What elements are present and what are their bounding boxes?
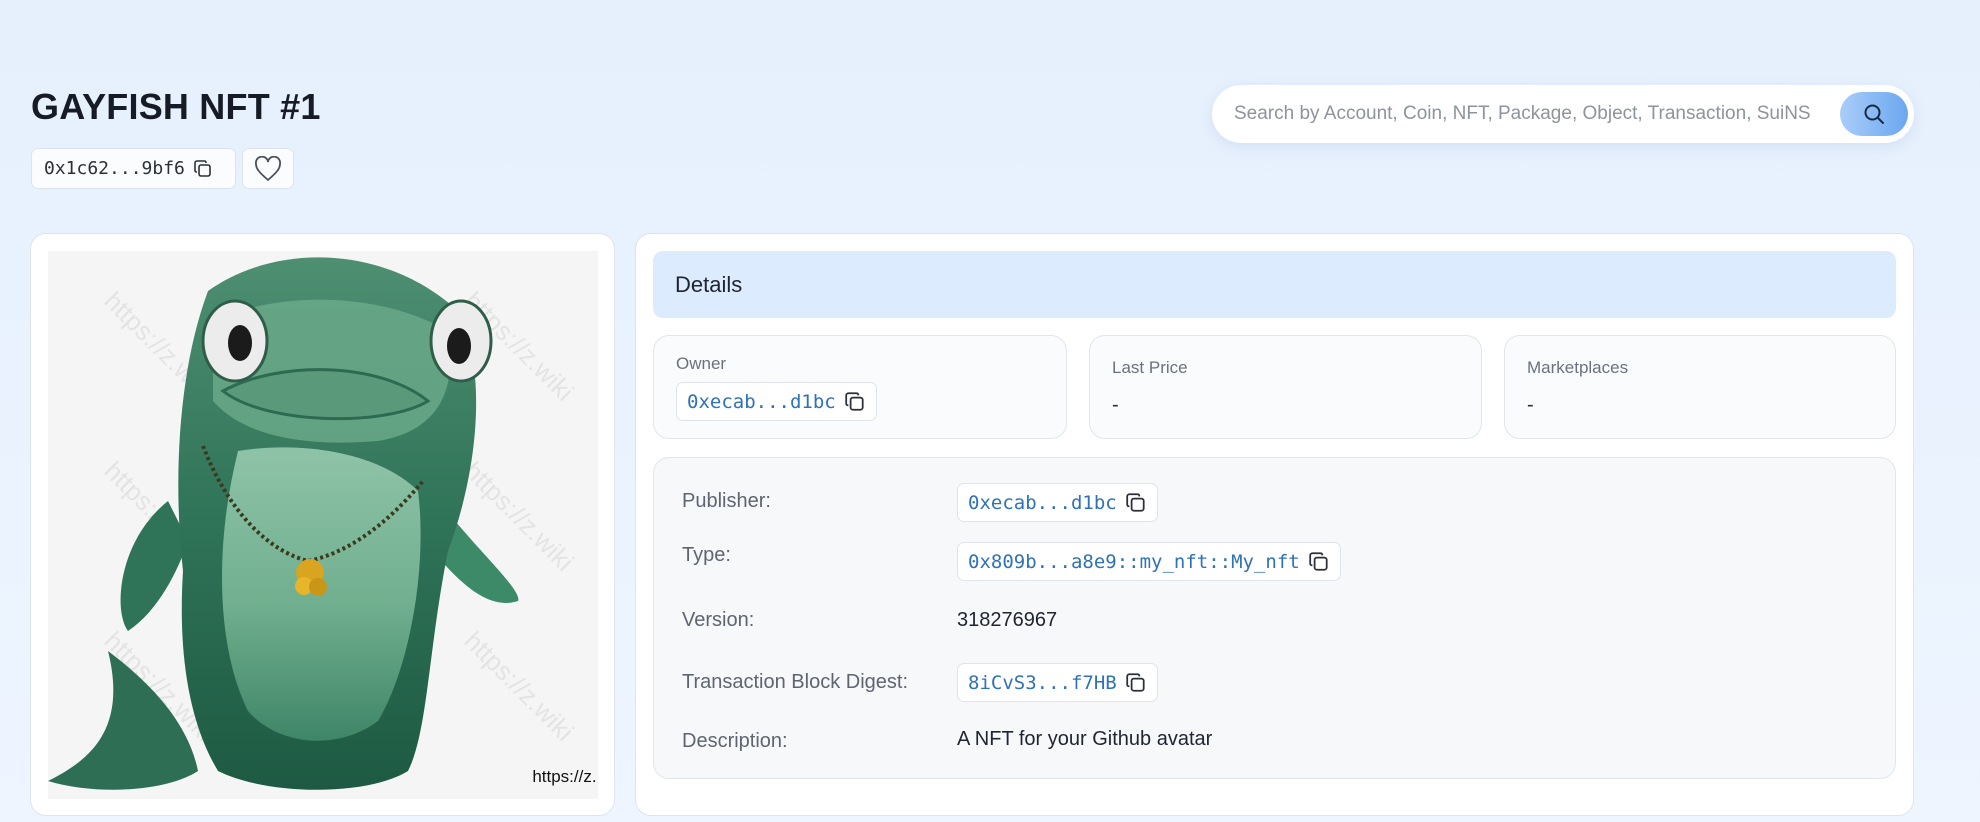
description-label: Description: xyxy=(682,730,788,752)
fish-illustration xyxy=(48,257,519,790)
publisher-address: 0xecab...d1bc xyxy=(968,491,1117,514)
copy-icon[interactable] xyxy=(1308,551,1330,573)
type-value: 0x809b...a8e9::my_nft::My_nft xyxy=(968,550,1300,573)
nft-image[interactable]: https://z.wiki https://z.wiki https://z.… xyxy=(48,251,598,799)
page-title: GAYFISH NFT #1 xyxy=(31,86,321,127)
object-id-text: 0x1c62...9bf6 xyxy=(44,158,185,179)
copy-icon[interactable] xyxy=(1125,672,1147,694)
owner-card: Owner 0xecab...d1bc xyxy=(653,335,1067,439)
object-id-chip[interactable]: 0x1c62...9bf6 xyxy=(31,148,236,189)
version-value: 318276967 xyxy=(957,609,1058,631)
search-icon xyxy=(1864,104,1884,124)
type-label: Type: xyxy=(682,544,731,566)
description-value: A NFT for your Github avatar xyxy=(957,728,1213,750)
publisher-link[interactable]: 0xecab...d1bc xyxy=(957,483,1158,522)
marketplaces-card: Marketplaces - xyxy=(1504,335,1896,439)
digest-value: 8iCvS3...f7HB xyxy=(968,671,1117,694)
version-label: Version: xyxy=(682,609,755,631)
nft-image-card: https://z.wiki https://z.wiki https://z.… xyxy=(30,233,615,816)
last-price-label: Last Price xyxy=(1112,358,1188,377)
publisher-label: Publisher: xyxy=(682,490,771,512)
digest-link[interactable]: 8iCvS3...f7HB xyxy=(957,663,1158,702)
digest-label: Transaction Block Digest: xyxy=(682,671,909,693)
search-input[interactable] xyxy=(1234,103,1824,125)
image-caption: https://z. xyxy=(532,767,598,786)
marketplaces-label: Marketplaces xyxy=(1527,358,1629,377)
heart-icon xyxy=(255,155,281,181)
tab-details[interactable]: Details xyxy=(653,251,1896,318)
search-bar xyxy=(1212,85,1914,143)
details-card: Details Owner 0xecab...d1bc Last Price -… xyxy=(635,233,1914,816)
owner-label: Owner xyxy=(676,354,727,373)
type-link[interactable]: 0x809b...a8e9::my_nft::My_nft xyxy=(957,542,1341,581)
owner-address-link[interactable]: 0xecab...d1bc xyxy=(676,382,877,421)
search-button[interactable] xyxy=(1840,92,1908,136)
copy-icon[interactable] xyxy=(193,159,213,179)
marketplaces-value: - xyxy=(1527,394,1534,416)
properties-panel: Publisher: 0xecab...d1bc Type: 0x809b...… xyxy=(653,457,1896,779)
favorite-button[interactable] xyxy=(242,148,294,189)
copy-icon[interactable] xyxy=(844,391,866,413)
last-price-value: - xyxy=(1112,394,1119,416)
owner-address: 0xecab...d1bc xyxy=(687,390,836,413)
last-price-card: Last Price - xyxy=(1089,335,1482,439)
copy-icon[interactable] xyxy=(1125,492,1147,514)
